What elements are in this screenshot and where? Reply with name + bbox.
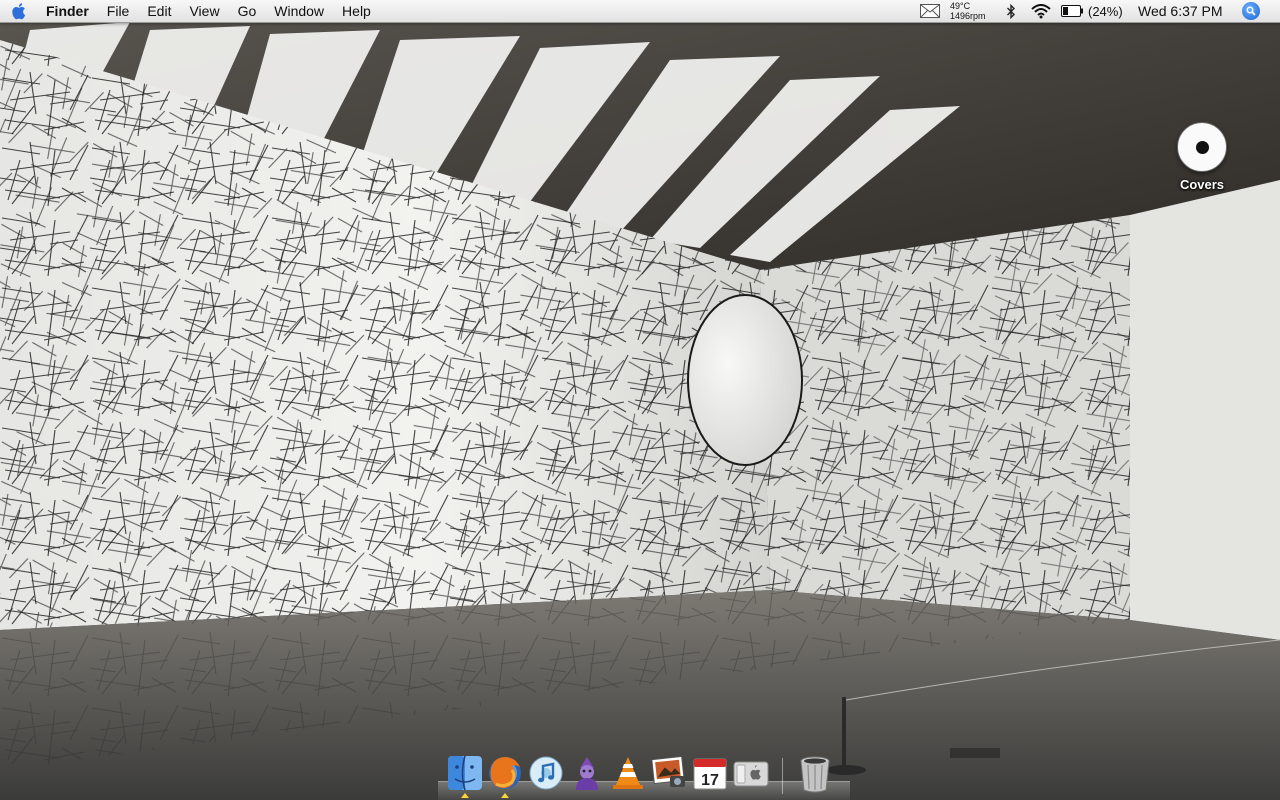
menu-window[interactable]: Window xyxy=(265,0,333,22)
dock: 17 xyxy=(438,748,850,800)
mail-icon[interactable] xyxy=(920,0,940,22)
running-indicator xyxy=(461,793,469,798)
desktop-icon-covers[interactable]: Covers xyxy=(1168,122,1236,192)
ical-icon[interactable]: 17 xyxy=(691,754,729,794)
desktop-wallpaper xyxy=(0,0,1280,800)
adium-icon[interactable] xyxy=(568,754,606,794)
battery-icon[interactable] xyxy=(1061,0,1083,22)
temperature-monitor[interactable]: 49°C 1496rpm xyxy=(950,0,986,22)
menu-help[interactable]: Help xyxy=(333,0,380,22)
menu-view[interactable]: View xyxy=(180,0,228,22)
itunes-icon[interactable] xyxy=(527,754,565,794)
firefox-icon[interactable] xyxy=(486,754,524,798)
finder-icon[interactable] xyxy=(446,754,484,798)
battery-percentage: (24%) xyxy=(1088,3,1123,19)
spotlight-icon[interactable] xyxy=(1242,0,1260,22)
menu-file[interactable]: File xyxy=(98,0,139,22)
wifi-icon[interactable] xyxy=(1031,0,1051,22)
fan-speed: 1496rpm xyxy=(950,11,986,21)
menu-bar: Finder File Edit View Go Window Help 49°… xyxy=(0,0,1280,23)
trash-icon[interactable] xyxy=(796,754,834,794)
dock-divider xyxy=(782,758,783,794)
menu-edit[interactable]: Edit xyxy=(138,0,180,22)
cpu-temperature: 49°C xyxy=(950,1,971,11)
system-preferences-icon[interactable] xyxy=(732,754,770,794)
menubar-clock[interactable]: Wed 6:37 PM xyxy=(1138,0,1223,22)
cd-disc-icon[interactable] xyxy=(1177,122,1227,172)
menu-go[interactable]: Go xyxy=(229,0,266,22)
desktop-icon-label[interactable]: Covers xyxy=(1168,177,1236,192)
running-indicator xyxy=(501,793,509,798)
apple-menu-icon[interactable] xyxy=(0,0,40,22)
vlc-icon[interactable] xyxy=(609,754,647,794)
bluetooth-icon[interactable] xyxy=(1006,0,1016,22)
ical-date: 17 xyxy=(701,772,719,789)
iphoto-icon[interactable] xyxy=(650,754,688,794)
app-menu-finder[interactable]: Finder xyxy=(40,0,98,22)
